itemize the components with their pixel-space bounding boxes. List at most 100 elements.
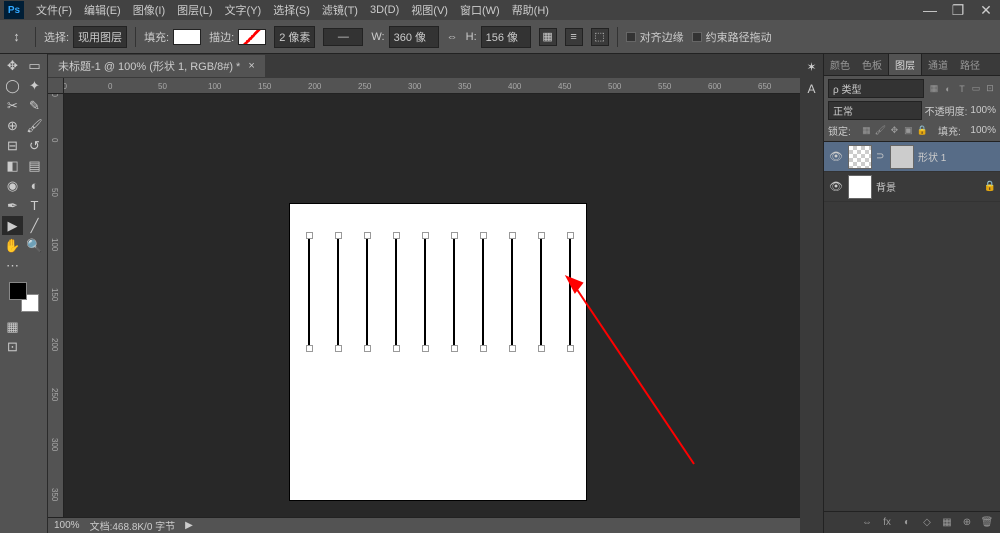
history-brush-tool[interactable]: ↺ xyxy=(24,136,45,155)
blur-tool[interactable]: ◉ xyxy=(2,176,23,195)
stroke-width-input[interactable]: 2 像素 xyxy=(274,26,315,48)
stroke-swatch[interactable] xyxy=(238,29,266,45)
foreground-swatch[interactable] xyxy=(9,282,27,300)
visibility-toggle[interactable]: 👁 xyxy=(828,150,844,163)
new-layer-icon[interactable]: ⊕ xyxy=(960,516,974,530)
width-input[interactable]: 360 像 xyxy=(389,26,439,48)
eyedropper-tool[interactable]: ✎ xyxy=(24,96,45,115)
layer-thumbnail[interactable] xyxy=(848,145,872,169)
crop-tool[interactable]: ✂ xyxy=(2,96,23,115)
link-layers-icon[interactable]: ⇔ xyxy=(860,516,874,530)
maximize-button[interactable]: ❐ xyxy=(944,0,972,20)
layer-name[interactable]: 背景 xyxy=(876,179,896,194)
constrain-checkbox[interactable] xyxy=(692,32,702,42)
filter-smart-icon[interactable]: ⊡ xyxy=(984,83,996,95)
selection-mode-select[interactable]: 现用图层 xyxy=(73,26,127,48)
filter-pixel-icon[interactable]: ▦ xyxy=(928,83,940,95)
tab-paths[interactable]: 路径 xyxy=(954,54,986,75)
menu-select[interactable]: 选择(S) xyxy=(267,2,316,18)
divider xyxy=(617,27,618,47)
fill-swatch[interactable] xyxy=(173,29,201,45)
menu-file[interactable]: 文件(F) xyxy=(30,2,78,18)
align-edges-checkbox[interactable] xyxy=(626,32,636,42)
lock-artboard-icon[interactable]: ▣ xyxy=(902,125,914,137)
group-icon[interactable]: ▦ xyxy=(940,516,954,530)
layer-kind-filter[interactable]: ρ 类型 xyxy=(828,79,924,98)
opacity-value[interactable]: 100% xyxy=(970,105,996,116)
fx-icon[interactable]: fx xyxy=(880,516,894,530)
tab-color[interactable]: 颜色 xyxy=(824,54,856,75)
lock-position-icon[interactable]: ✥ xyxy=(888,125,900,137)
zoom-tool[interactable]: 🔍 xyxy=(24,236,45,255)
minimize-button[interactable]: — xyxy=(916,0,944,20)
type-tool[interactable]: T xyxy=(24,196,45,215)
marquee-tool[interactable]: ▭ xyxy=(24,56,45,75)
lock-all-icon[interactable]: 🔒 xyxy=(916,125,928,137)
height-input[interactable]: 156 像 xyxy=(481,26,531,48)
path-select-tool[interactable]: ▶ xyxy=(2,216,23,235)
fill-opacity-value[interactable]: 100% xyxy=(970,125,996,136)
dodge-tool[interactable]: ◐ xyxy=(24,176,45,195)
document-tab[interactable]: 未标题-1 @ 100% (形状 1, RGB/8#) * × xyxy=(48,55,265,77)
canvas[interactable] xyxy=(290,204,586,500)
arrange-icon[interactable]: ⬚ xyxy=(591,28,609,46)
lasso-tool[interactable]: ◯ xyxy=(2,76,23,95)
menu-help[interactable]: 帮助(H) xyxy=(506,2,555,18)
canvas-viewport[interactable] xyxy=(64,94,800,517)
history-panel-icon[interactable]: ✶ xyxy=(803,58,821,76)
blend-mode-select[interactable]: 正常 xyxy=(828,101,922,120)
ruler-origin[interactable] xyxy=(48,78,64,94)
document-info[interactable]: 文档:468.8K/0 字节 xyxy=(90,518,176,533)
status-expand-icon[interactable]: ▶ xyxy=(185,520,193,531)
move-tool[interactable]: ✥ xyxy=(2,56,23,75)
menu-edit[interactable]: 编辑(E) xyxy=(78,2,127,18)
adjustment-icon[interactable]: ◇ xyxy=(920,516,934,530)
filter-shape-icon[interactable]: ▭ xyxy=(970,83,982,95)
menu-type[interactable]: 文字(Y) xyxy=(219,2,268,18)
character-panel-icon[interactable]: A xyxy=(803,80,821,98)
close-button[interactable]: ✕ xyxy=(972,0,1000,20)
brush-tool[interactable]: 🖌 xyxy=(24,116,45,135)
link-icon[interactable]: ⇔ xyxy=(447,31,458,43)
pathops-icon[interactable]: ▦ xyxy=(539,28,557,46)
heal-tool[interactable]: ⊕ xyxy=(2,116,23,135)
tab-swatches[interactable]: 色板 xyxy=(856,54,888,75)
screenmode-tool[interactable]: ⊡ xyxy=(2,337,23,356)
menu-tool[interactable]: ⋯ xyxy=(2,256,23,275)
close-tab-icon[interactable]: × xyxy=(248,60,254,72)
layer-row[interactable]: 👁 背景 🔒 xyxy=(824,172,1000,202)
quickmask-tool[interactable]: ▦ xyxy=(2,317,23,336)
layer-row[interactable]: 👁 ⊃ 形状 1 xyxy=(824,142,1000,172)
zoom-level[interactable]: 100% xyxy=(54,520,80,531)
hand-tool[interactable]: ✋ xyxy=(2,236,23,255)
align-icon[interactable]: ≡ xyxy=(565,28,583,46)
gradient-tool[interactable]: ▤ xyxy=(24,156,45,175)
stamp-tool[interactable]: ⊟ xyxy=(2,136,23,155)
vector-mask-thumbnail[interactable] xyxy=(890,145,914,169)
filter-type-icon[interactable]: T xyxy=(956,83,968,95)
ruler-horizontal[interactable]: 5005010015020025030035040045050055060065… xyxy=(64,78,800,94)
menu-image[interactable]: 图像(I) xyxy=(127,2,171,18)
delete-layer-icon[interactable]: 🗑 xyxy=(980,516,994,530)
menu-filter[interactable]: 滤镜(T) xyxy=(316,2,364,18)
ruler-vertical[interactable]: 50050100150200250300350400 xyxy=(48,94,64,517)
menu-view[interactable]: 视图(V) xyxy=(405,2,454,18)
lock-transparency-icon[interactable]: ▦ xyxy=(860,125,872,137)
layer-name[interactable]: 形状 1 xyxy=(918,149,946,164)
eraser-tool[interactable]: ◧ xyxy=(2,156,23,175)
tab-layers[interactable]: 图层 xyxy=(888,53,922,75)
filter-adjust-icon[interactable]: ◐ xyxy=(942,83,954,95)
menu-3d[interactable]: 3D(D) xyxy=(364,4,405,16)
menu-window[interactable]: 窗口(W) xyxy=(454,2,506,18)
stroke-type-select[interactable]: — xyxy=(323,28,363,46)
line-tool[interactable]: ╱ xyxy=(24,216,45,235)
pen-tool[interactable]: ✒ xyxy=(2,196,23,215)
wand-tool[interactable]: ✦ xyxy=(24,76,45,95)
shape-selection[interactable] xyxy=(308,234,572,352)
lock-pixels-icon[interactable]: 🖌 xyxy=(874,125,886,137)
tab-channels[interactable]: 通道 xyxy=(922,54,954,75)
mask-icon[interactable]: ◐ xyxy=(900,516,914,530)
menu-layer[interactable]: 图层(L) xyxy=(171,2,218,18)
visibility-toggle[interactable]: 👁 xyxy=(828,180,844,193)
layer-thumbnail[interactable] xyxy=(848,175,872,199)
